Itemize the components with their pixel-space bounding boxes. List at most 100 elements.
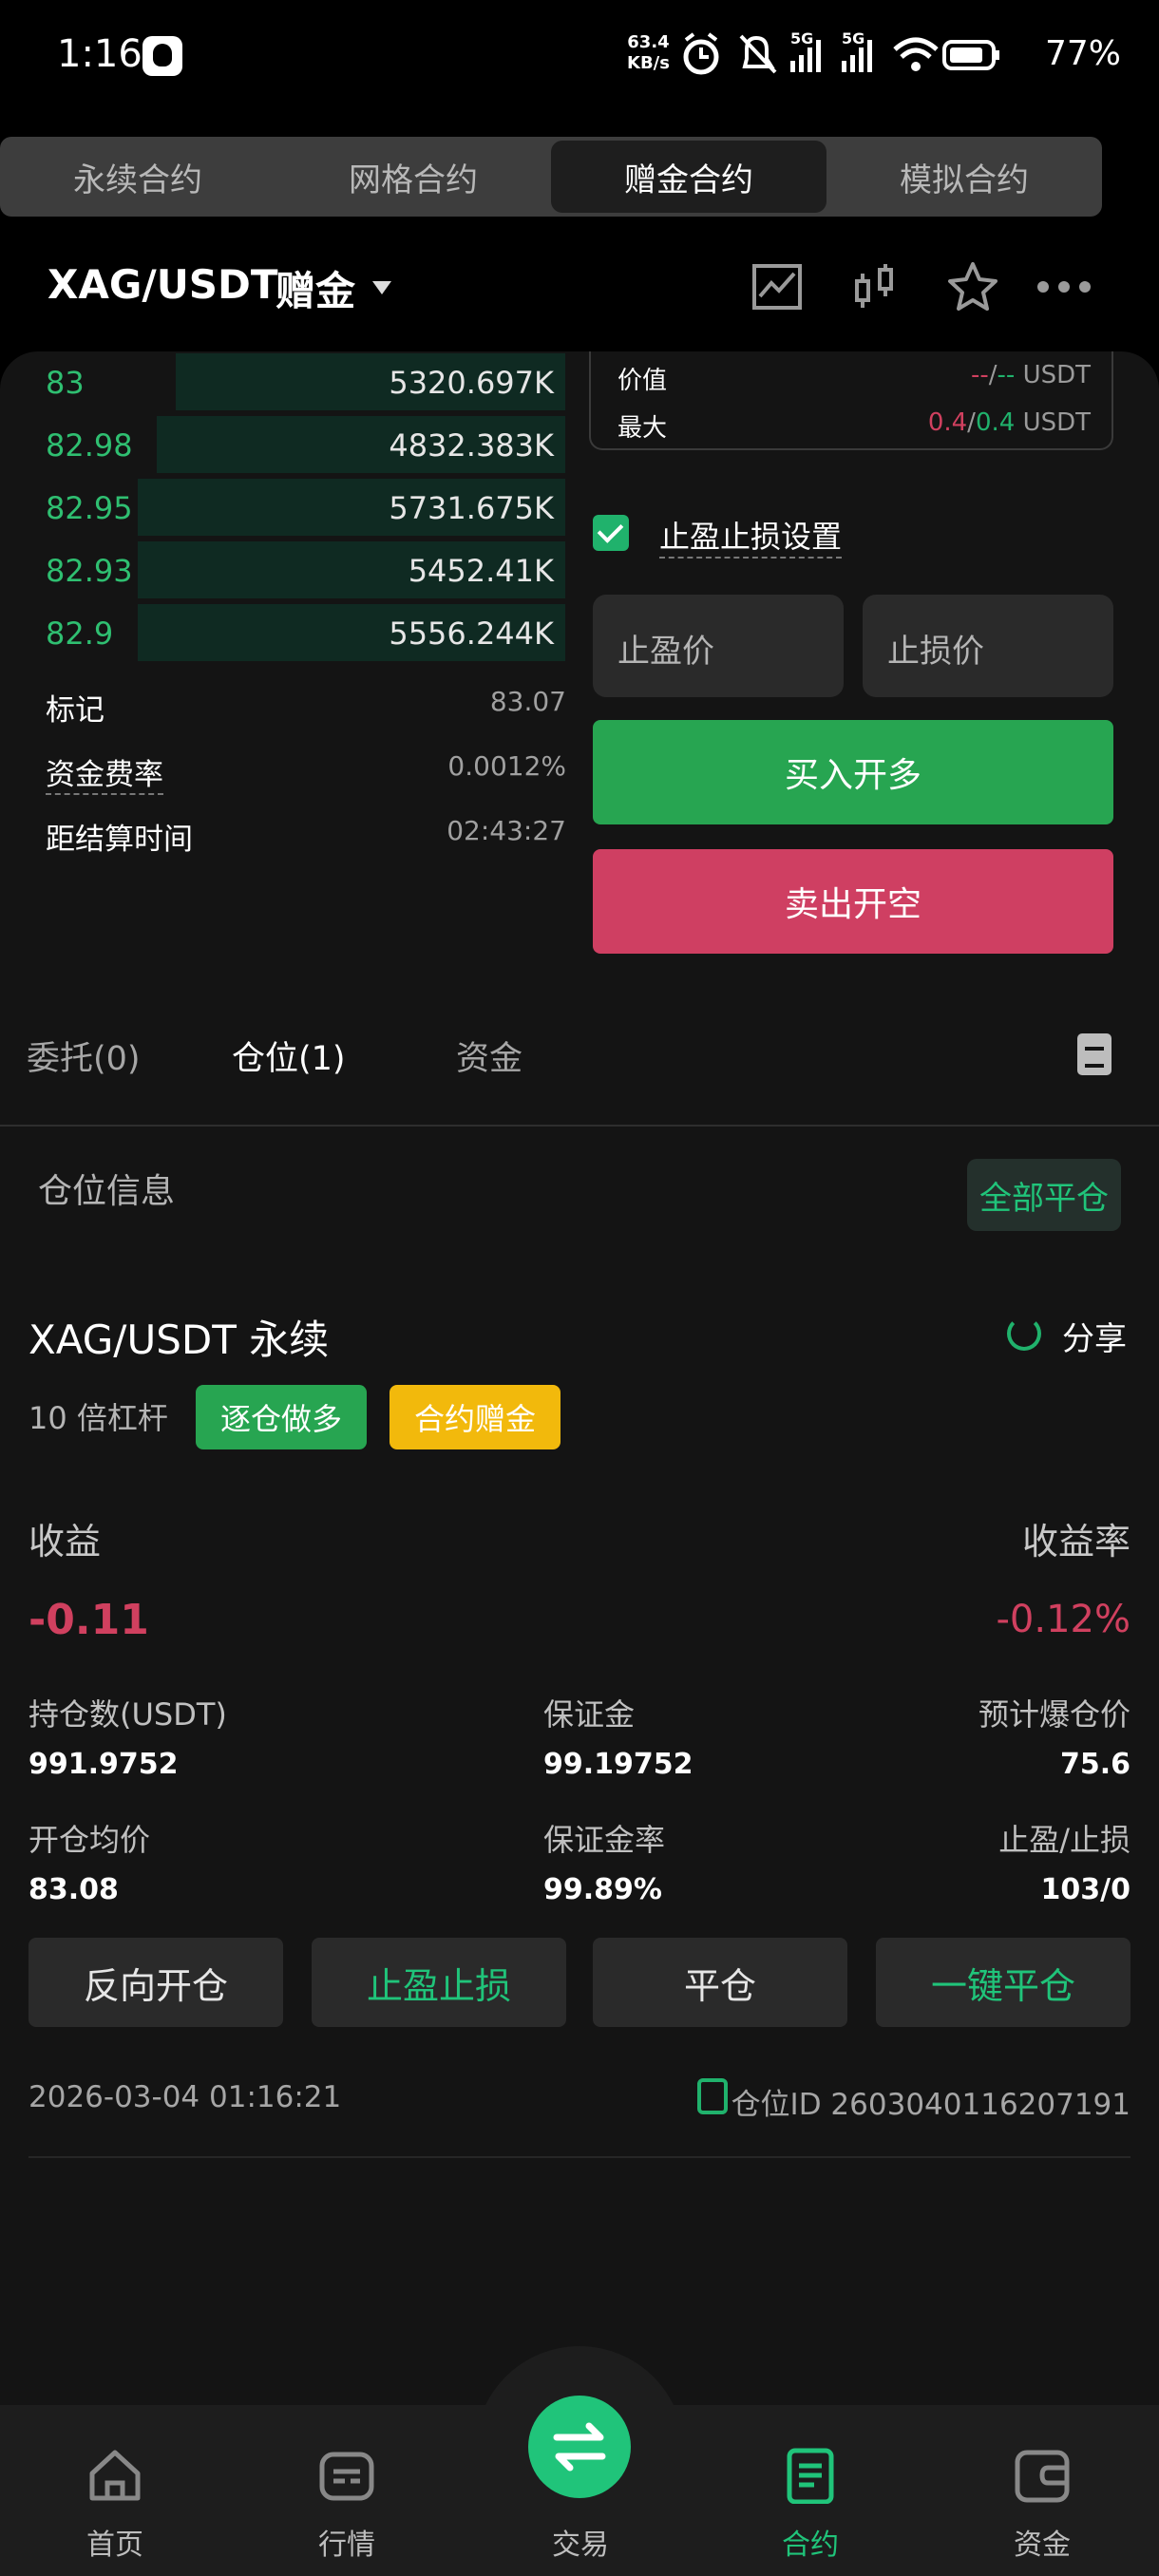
size-value: 991.9752 — [28, 1748, 179, 1781]
candlestick-icon[interactable] — [846, 258, 902, 315]
tab-funds[interactable]: 资金 — [456, 1032, 522, 1080]
nav-contract-label: 合约 — [782, 2529, 839, 2562]
order-book-qty: 5731.675K — [389, 490, 554, 526]
settle-value: 02:43:27 — [446, 815, 566, 846]
tpsl-label: 止盈/止损 — [998, 1822, 1130, 1858]
net-speed-value: 63.4 — [627, 32, 670, 52]
tab-grid[interactable]: 网格合约 — [276, 137, 551, 217]
status-bar: 1:16 63.4 KB/s 5G 5G 77% — [0, 0, 1159, 114]
order-book-row[interactable]: 82.93 5452.41K — [0, 541, 565, 598]
mark-value: 83.07 — [489, 686, 566, 717]
main-panel: 83 5320.697K 82.98 4832.383K 82.95 5731.675K 8… — [0, 351, 1159, 2576]
position-timestamp: 2026-03-04 01:16:21 — [28, 2080, 342, 2114]
funding-value: 0.0012% — [447, 750, 566, 782]
close-all-button[interactable]: 全部平仓 — [967, 1159, 1121, 1231]
nav-trade-label: 交易 — [552, 2529, 609, 2562]
copy-icon[interactable] — [697, 2078, 728, 2114]
settle-time-row: 距结算时间 02:43:27 — [46, 815, 566, 858]
net-speed-unit: KB/s — [627, 53, 670, 73]
stop-loss-input[interactable]: 止损价 — [863, 595, 1113, 697]
margin-label: 保证金 — [543, 1696, 636, 1733]
pair-symbol[interactable]: XAG/USDT — [48, 261, 278, 308]
max-label: 最大 — [618, 414, 668, 443]
close-position-button[interactable]: 平仓 — [593, 1938, 847, 2027]
contract-icon — [787, 2448, 834, 2504]
quick-close-button[interactable]: 一键平仓 — [876, 1938, 1130, 2027]
qq-notification-icon — [142, 36, 182, 76]
tab-simulated[interactable]: 模拟合约 — [826, 137, 1102, 217]
tpsl-checkbox[interactable] — [593, 515, 629, 551]
tab-orders[interactable]: 委托(0) — [27, 1032, 141, 1080]
value-row: 价值 --/-- USDT — [618, 361, 1091, 396]
margin-ratio-value: 99.89% — [543, 1873, 662, 1906]
bonus-badge: 合约赠金 — [390, 1385, 560, 1449]
chart-icon[interactable] — [749, 258, 806, 315]
pair-tag[interactable]: 赠金 — [276, 259, 355, 317]
order-book-row[interactable]: 83 5320.697K — [0, 353, 565, 410]
funding-rate-row[interactable]: 资金费率 0.0012% — [46, 750, 566, 795]
order-summary-box: 价值 --/-- USDT 最大 0.4/0.4 USDT — [589, 351, 1113, 450]
svg-text:5G: 5G — [790, 29, 813, 47]
reverse-open-button[interactable]: 反向开仓 — [28, 1938, 283, 2027]
tpsl-settings-label[interactable]: 止盈止损设置 — [659, 513, 843, 559]
nav-market-label: 行情 — [318, 2529, 375, 2562]
position-info-title: 仓位信息 — [38, 1172, 176, 1211]
tpsl-button[interactable]: 止盈止损 — [312, 1938, 566, 2027]
wifi-icon — [893, 37, 939, 71]
sell-short-button[interactable]: 卖出开空 — [593, 849, 1113, 954]
svg-text:5G: 5G — [842, 29, 864, 47]
status-time: 1:16 — [57, 32, 142, 76]
share-icon[interactable] — [1007, 1316, 1041, 1351]
net-speed: 63.4 KB/s — [627, 32, 670, 74]
status-icons: 5G 5G — [683, 29, 999, 75]
tab-positions[interactable]: 仓位(1) — [232, 1032, 346, 1080]
value-amount: --/-- USDT — [971, 361, 1091, 389]
order-book-row[interactable]: 82.98 4832.383K — [0, 416, 565, 473]
tpsl-value: 103/0 — [1040, 1873, 1130, 1906]
wallet-icon — [1015, 2450, 1070, 2503]
size-label: 持仓数(USDT) — [28, 1696, 227, 1733]
trade-button[interactable] — [528, 2396, 631, 2498]
roe-label: 收益率 — [1021, 1521, 1130, 1563]
mute-icon — [739, 34, 777, 74]
swap-icon — [553, 2422, 606, 2472]
order-book-qty: 5452.41K — [408, 553, 554, 589]
document-icon[interactable] — [1077, 1033, 1112, 1075]
order-book-row[interactable]: 82.9 5556.244K — [0, 604, 565, 661]
nav-assets-label: 资金 — [1014, 2529, 1071, 2562]
entry-price-label: 开仓均价 — [28, 1822, 151, 1858]
order-book-price: 83 — [46, 365, 85, 401]
tab-bonus[interactable]: 赠金合约 — [551, 141, 826, 213]
margin-ratio-label: 保证金率 — [543, 1822, 666, 1858]
nav-home-label: 首页 — [86, 2529, 143, 2562]
pnl-value: -0.11 — [28, 1596, 149, 1644]
tab-perpetual[interactable]: 永续合约 — [0, 137, 276, 217]
mark-label: 标记 — [46, 693, 104, 728]
battery-icon — [942, 40, 999, 70]
order-book-row[interactable]: 82.95 5731.675K — [0, 479, 565, 536]
market-icon — [319, 2452, 374, 2501]
contract-tabs: 永续合约 网格合约 赠金合约 模拟合约 — [0, 137, 1102, 217]
pnl-label: 收益 — [28, 1521, 102, 1563]
share-button[interactable]: 分享 — [1062, 1313, 1127, 1359]
mark-price-row: 标记 83.07 — [46, 686, 566, 729]
leverage-label: 10 倍杠杆 — [28, 1400, 168, 1436]
buy-long-button[interactable]: 买入开多 — [593, 720, 1113, 824]
star-icon[interactable] — [944, 258, 1001, 315]
order-book-price: 82.98 — [46, 427, 133, 464]
signal-icon-1: 5G — [790, 29, 821, 72]
divider — [28, 2156, 1130, 2158]
take-profit-input[interactable]: 止盈价 — [593, 595, 844, 697]
value-label: 价值 — [618, 367, 668, 395]
funding-label[interactable]: 资金费率 — [46, 750, 163, 795]
more-icon[interactable] — [1036, 258, 1092, 315]
order-book-qty: 5320.697K — [389, 365, 554, 401]
max-amount: 0.4/0.4 USDT — [927, 408, 1091, 437]
order-book-qty: 5556.244K — [389, 616, 554, 652]
home-icon — [89, 2450, 141, 2501]
entry-price-value: 83.08 — [28, 1873, 119, 1906]
alarm-icon — [683, 32, 719, 75]
max-row: 最大 0.4/0.4 USDT — [618, 408, 1091, 444]
chevron-down-icon[interactable] — [372, 281, 391, 294]
liq-price-label: 预计爆仓价 — [978, 1696, 1130, 1733]
